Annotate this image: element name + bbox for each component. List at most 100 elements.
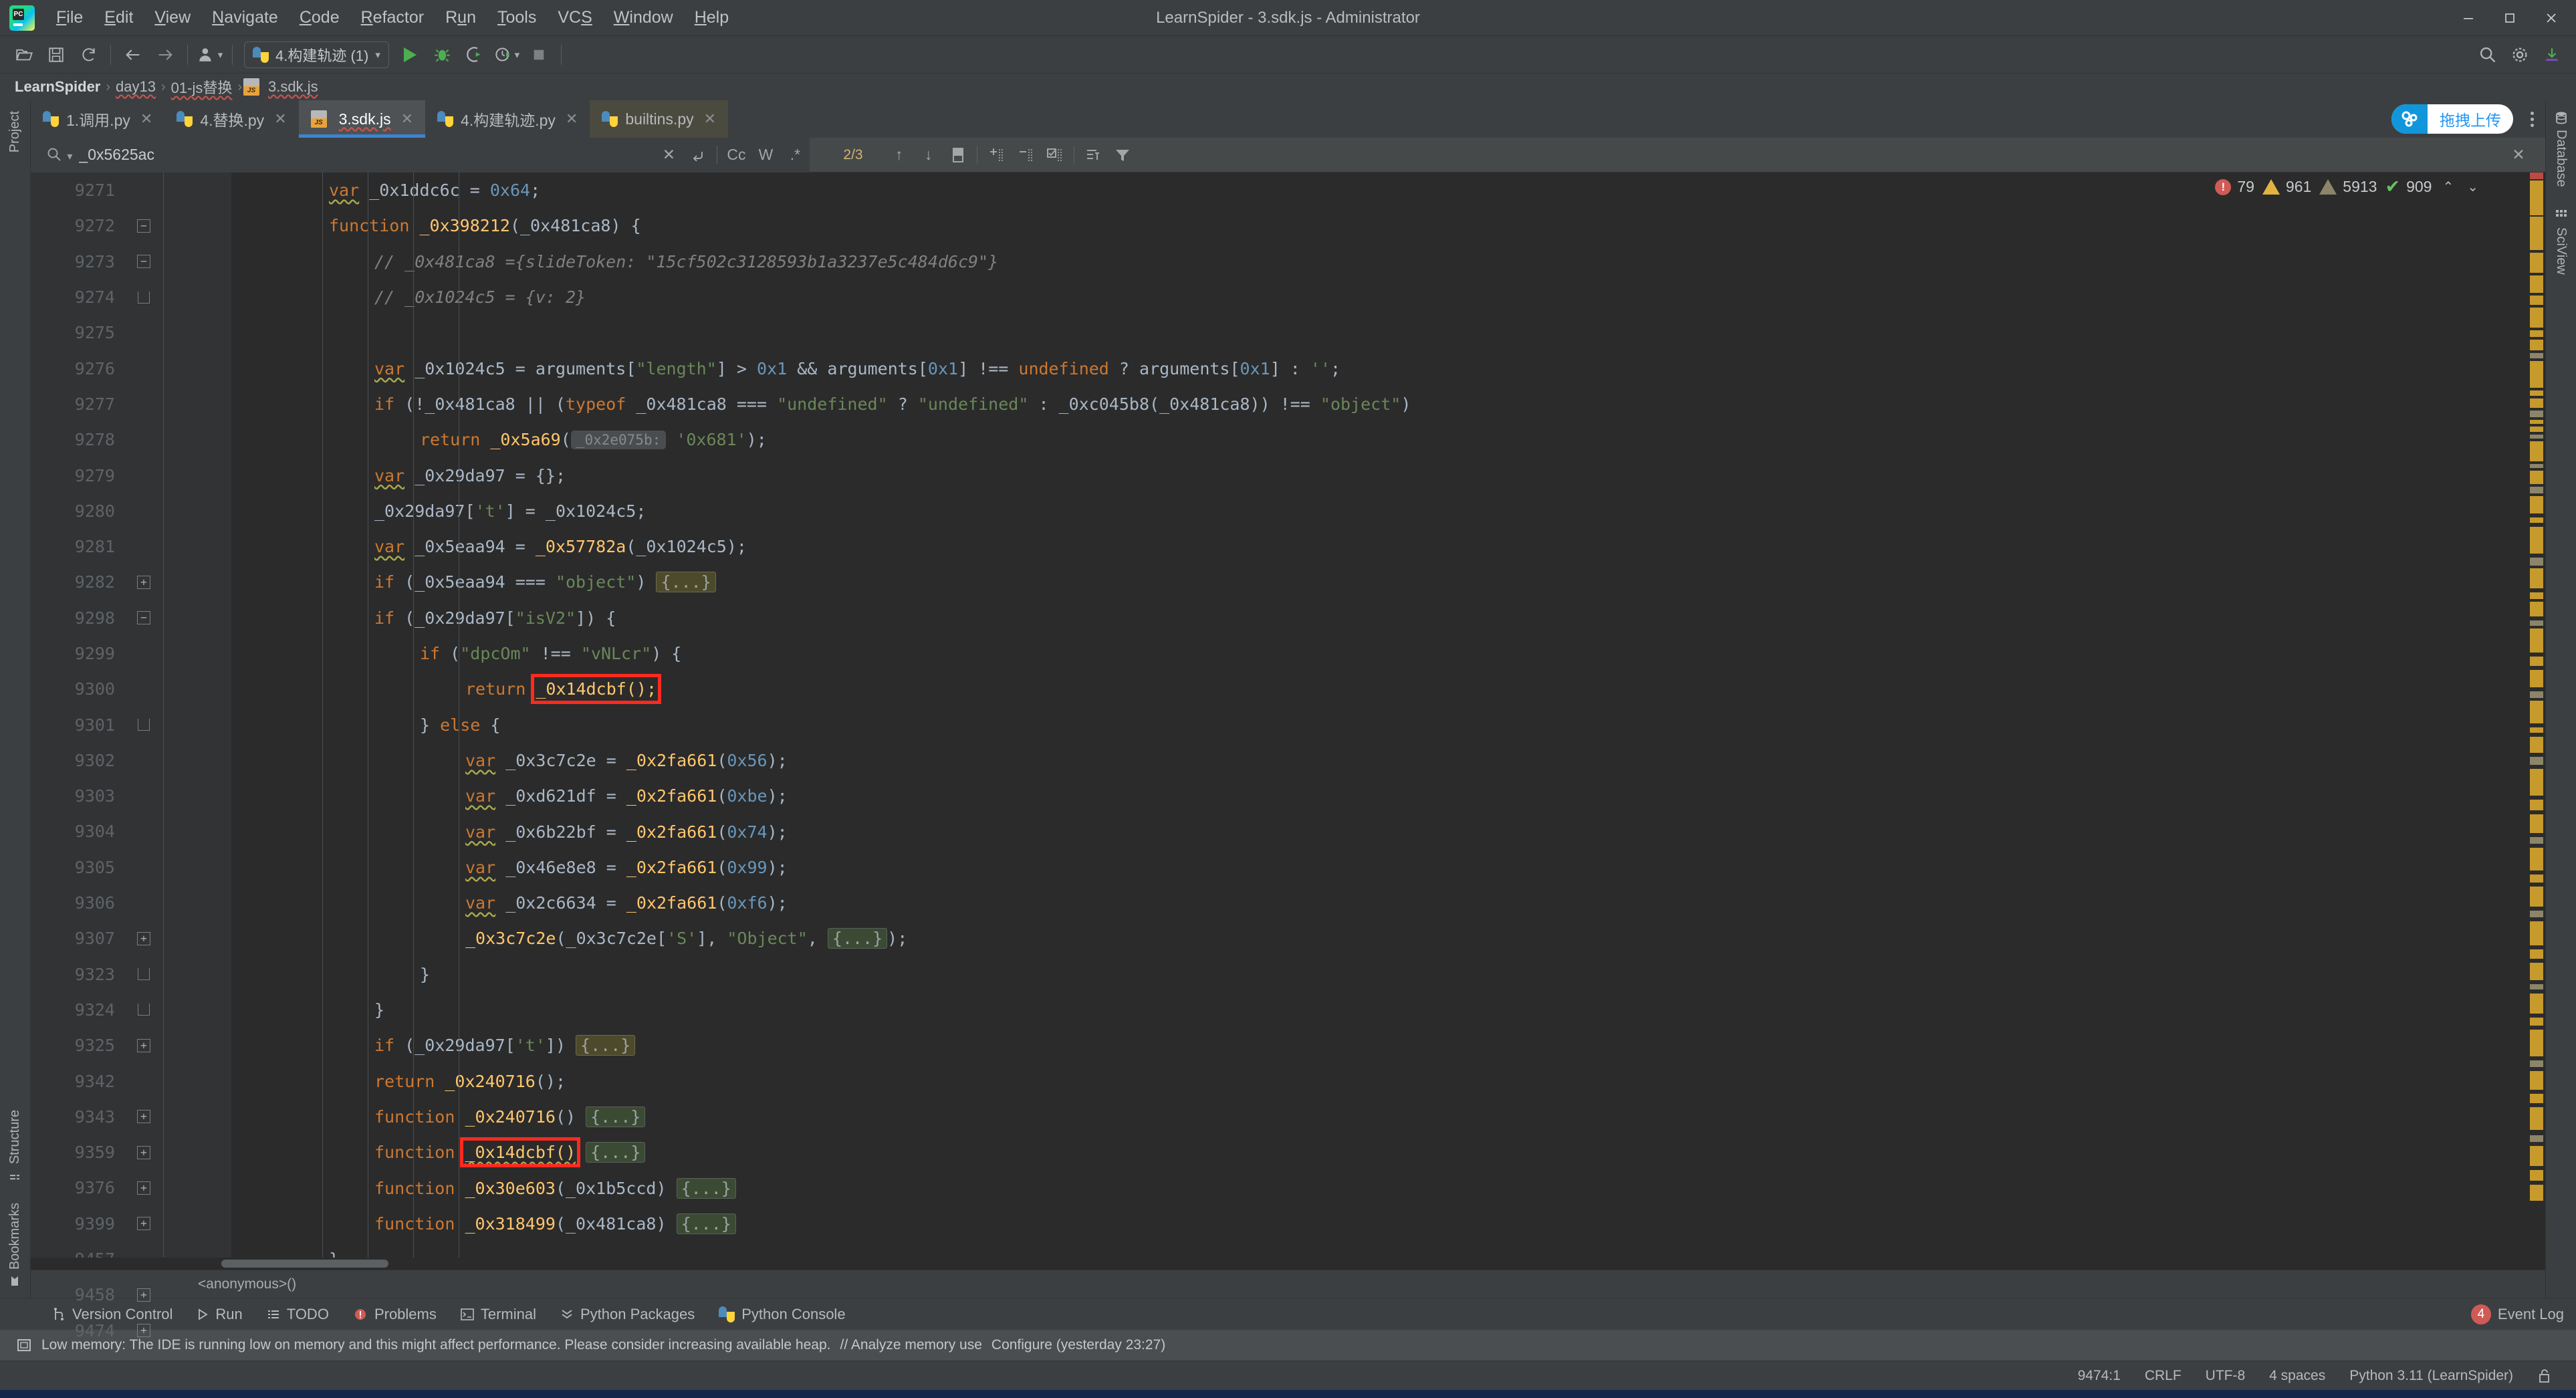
error-stripe-mark[interactable] bbox=[2530, 217, 2543, 250]
search-history-icon[interactable] bbox=[683, 138, 713, 172]
settings-gear-icon[interactable] bbox=[2506, 41, 2534, 69]
find-input-wrapper[interactable]: ▾ _0x5625ac ✕ Cc W .* bbox=[31, 137, 810, 172]
editor-tab-4[interactable]: 4.构建轨迹.py ✕ bbox=[425, 100, 590, 138]
open-in-find-window-icon[interactable] bbox=[1078, 138, 1108, 172]
editor-tab-2[interactable]: 4.替换.py ✕ bbox=[164, 100, 298, 138]
kebab-menu-icon[interactable] bbox=[2519, 100, 2545, 138]
error-stripe-mark[interactable] bbox=[2530, 814, 2543, 833]
error-stripe-mark[interactable] bbox=[2530, 701, 2543, 723]
error-stripe-mark[interactable] bbox=[2530, 427, 2543, 432]
code-line[interactable]: var _0x1024c5 = arguments["length"] > 0x… bbox=[231, 351, 2528, 386]
filter-icon[interactable] bbox=[1108, 138, 1137, 172]
match-case-toggle[interactable]: Cc bbox=[721, 138, 751, 172]
error-stripe-mark[interactable] bbox=[2530, 353, 2543, 358]
error-stripe-mark[interactable] bbox=[2530, 487, 2543, 493]
fold-toggle-icon[interactable] bbox=[124, 968, 163, 981]
error-stripe-mark[interactable] bbox=[2530, 1030, 2543, 1056]
breadcrumb-item-day13[interactable]: day13 bbox=[112, 78, 160, 96]
error-stripe-mark[interactable] bbox=[2530, 296, 2543, 305]
fold-toggle-icon[interactable]: + bbox=[124, 1217, 163, 1231]
code-line[interactable]: _0x3c7c2e (_0x3c7c2e['S'], "Object", {...… bbox=[231, 921, 2528, 956]
caret-position[interactable]: 9474:1 bbox=[2066, 1368, 2133, 1384]
file-encoding[interactable]: UTF-8 bbox=[2194, 1368, 2258, 1384]
code-line[interactable]: var _0x5eaa94 = _0x57782a (_0x1024c5); bbox=[231, 529, 2528, 564]
menu-edit[interactable]: Edit bbox=[94, 4, 144, 31]
tool-window-python-packages[interactable]: Python Packages bbox=[548, 1306, 707, 1323]
close-tab-icon[interactable]: ✕ bbox=[401, 110, 413, 128]
code-line[interactable]: var _0x29da97 = {}; bbox=[231, 457, 2528, 493]
error-stripe-mark[interactable] bbox=[2530, 837, 2543, 844]
code-line[interactable]: if (_0x29da97["isV2"]) { bbox=[231, 600, 2528, 636]
editor-gutter[interactable]: 9271 9272−9273−9274 9275 9276 9277 9278 9279 92… bbox=[31, 172, 231, 1341]
back-arrow-icon[interactable] bbox=[119, 41, 147, 69]
error-stripe-mark[interactable] bbox=[2530, 398, 2543, 408]
error-stripe-mark[interactable] bbox=[2530, 471, 2543, 484]
error-stripe-mark[interactable] bbox=[2530, 172, 2543, 179]
error-count[interactable]: ! 79 bbox=[2215, 178, 2254, 196]
analyze-memory-link[interactable]: // Analyze memory use bbox=[840, 1337, 981, 1353]
save-icon[interactable] bbox=[42, 41, 70, 69]
menu-refactor[interactable]: Refactor bbox=[350, 4, 435, 31]
error-stripe-mark[interactable] bbox=[2530, 558, 2543, 566]
code-line[interactable] bbox=[231, 315, 2528, 350]
code-line[interactable]: return _0x14dcbf(); bbox=[231, 671, 2528, 707]
fold-toggle-icon[interactable]: + bbox=[124, 1181, 163, 1195]
words-toggle[interactable]: W bbox=[751, 138, 780, 172]
code-line[interactable]: function _0x398212(_0x481ca8) { bbox=[231, 208, 2528, 243]
drag-upload-button[interactable]: 拖拽上传 bbox=[2391, 104, 2513, 134]
error-stripe-mark[interactable] bbox=[2530, 963, 2543, 980]
error-stripe-mark[interactable] bbox=[2530, 1071, 2543, 1090]
profile-run-icon[interactable]: ▾ bbox=[493, 41, 521, 69]
code-line[interactable]: if (_0x5eaa94 === "object") {...} bbox=[231, 564, 2528, 600]
error-stripe-mark[interactable] bbox=[2530, 994, 2543, 1014]
error-stripe-mark[interactable] bbox=[2530, 875, 2543, 883]
code-editor[interactable]: 9271 9272−9273−9274 9275 9276 9277 9278 9279 92… bbox=[31, 172, 2545, 1341]
error-stripe-mark[interactable] bbox=[2530, 441, 2543, 461]
sidebar-item-project[interactable]: Project bbox=[7, 100, 23, 163]
error-stripe-mark[interactable] bbox=[2530, 620, 2543, 626]
run-icon[interactable] bbox=[396, 41, 425, 69]
fold-toggle-icon[interactable]: + bbox=[124, 575, 163, 589]
code-line[interactable]: return _0x240716 (); bbox=[231, 1064, 2528, 1099]
debug-bug-icon[interactable] bbox=[429, 41, 457, 69]
close-tab-icon[interactable]: ✕ bbox=[140, 110, 152, 128]
error-stripe-mark[interactable] bbox=[2530, 757, 2543, 765]
error-stripe-mark[interactable] bbox=[2530, 340, 2543, 350]
open-folder-icon[interactable] bbox=[10, 41, 38, 69]
inspection-prev-icon[interactable]: ⌃ bbox=[2440, 179, 2456, 195]
error-stripe-mark[interactable] bbox=[2530, 911, 2543, 917]
error-stripe-mark[interactable] bbox=[2530, 1135, 2543, 1142]
indent-setting[interactable]: 4 spaces bbox=[2257, 1368, 2337, 1384]
code-line[interactable]: _0x29da97['t'] = _0x1024c5; bbox=[231, 493, 2528, 529]
editor-tab-1[interactable]: 1.调用.py ✕ bbox=[31, 100, 164, 138]
error-stripe-mark[interactable] bbox=[2530, 1170, 2543, 1181]
error-stripe-mark[interactable] bbox=[2530, 308, 2543, 328]
code-line[interactable]: var _0x6b22bf = _0x2fa661(0x74); bbox=[231, 814, 2528, 849]
error-stripe-mark[interactable] bbox=[2530, 769, 2543, 796]
error-stripe-mark[interactable] bbox=[2530, 949, 2543, 959]
code-line[interactable]: } bbox=[231, 1242, 2528, 1258]
fold-toggle-icon[interactable]: − bbox=[124, 255, 163, 269]
error-stripe-mark[interactable] bbox=[2530, 602, 2543, 616]
find-next-button[interactable]: ↓ bbox=[914, 138, 943, 172]
sync-icon[interactable] bbox=[74, 41, 102, 69]
code-line[interactable]: if (_0x29da97['t']) {...} bbox=[231, 1028, 2528, 1063]
code-line[interactable]: } bbox=[231, 992, 2528, 1028]
menu-navigate[interactable]: Navigate bbox=[201, 4, 289, 31]
tool-window-todo[interactable]: TODO bbox=[255, 1306, 341, 1323]
breadcrumb-item-project[interactable]: LearnSpider bbox=[11, 78, 104, 96]
fold-toggle-icon[interactable] bbox=[124, 1004, 163, 1016]
fold-toggle-icon[interactable]: + bbox=[124, 1324, 163, 1338]
tool-window-terminal[interactable]: Terminal bbox=[449, 1306, 548, 1323]
menu-help[interactable]: Help bbox=[684, 4, 739, 31]
error-stripe-mark[interactable] bbox=[2530, 464, 2543, 468]
search-everywhere-icon[interactable] bbox=[2474, 41, 2502, 69]
error-stripe-mark[interactable] bbox=[2530, 1060, 2543, 1067]
code-line[interactable]: if ("dpcOm" !== "vNLcr") { bbox=[231, 636, 2528, 671]
menu-view[interactable]: View bbox=[144, 4, 201, 31]
remove-selection-icon[interactable] bbox=[1011, 138, 1040, 172]
python-interpreter[interactable]: Python 3.11 (LearnSpider) bbox=[2337, 1368, 2525, 1384]
close-find-bar-icon[interactable]: ✕ bbox=[2504, 138, 2533, 172]
error-stripe-mark[interactable] bbox=[2530, 568, 2543, 588]
error-stripe-mark[interactable] bbox=[2530, 800, 2543, 810]
